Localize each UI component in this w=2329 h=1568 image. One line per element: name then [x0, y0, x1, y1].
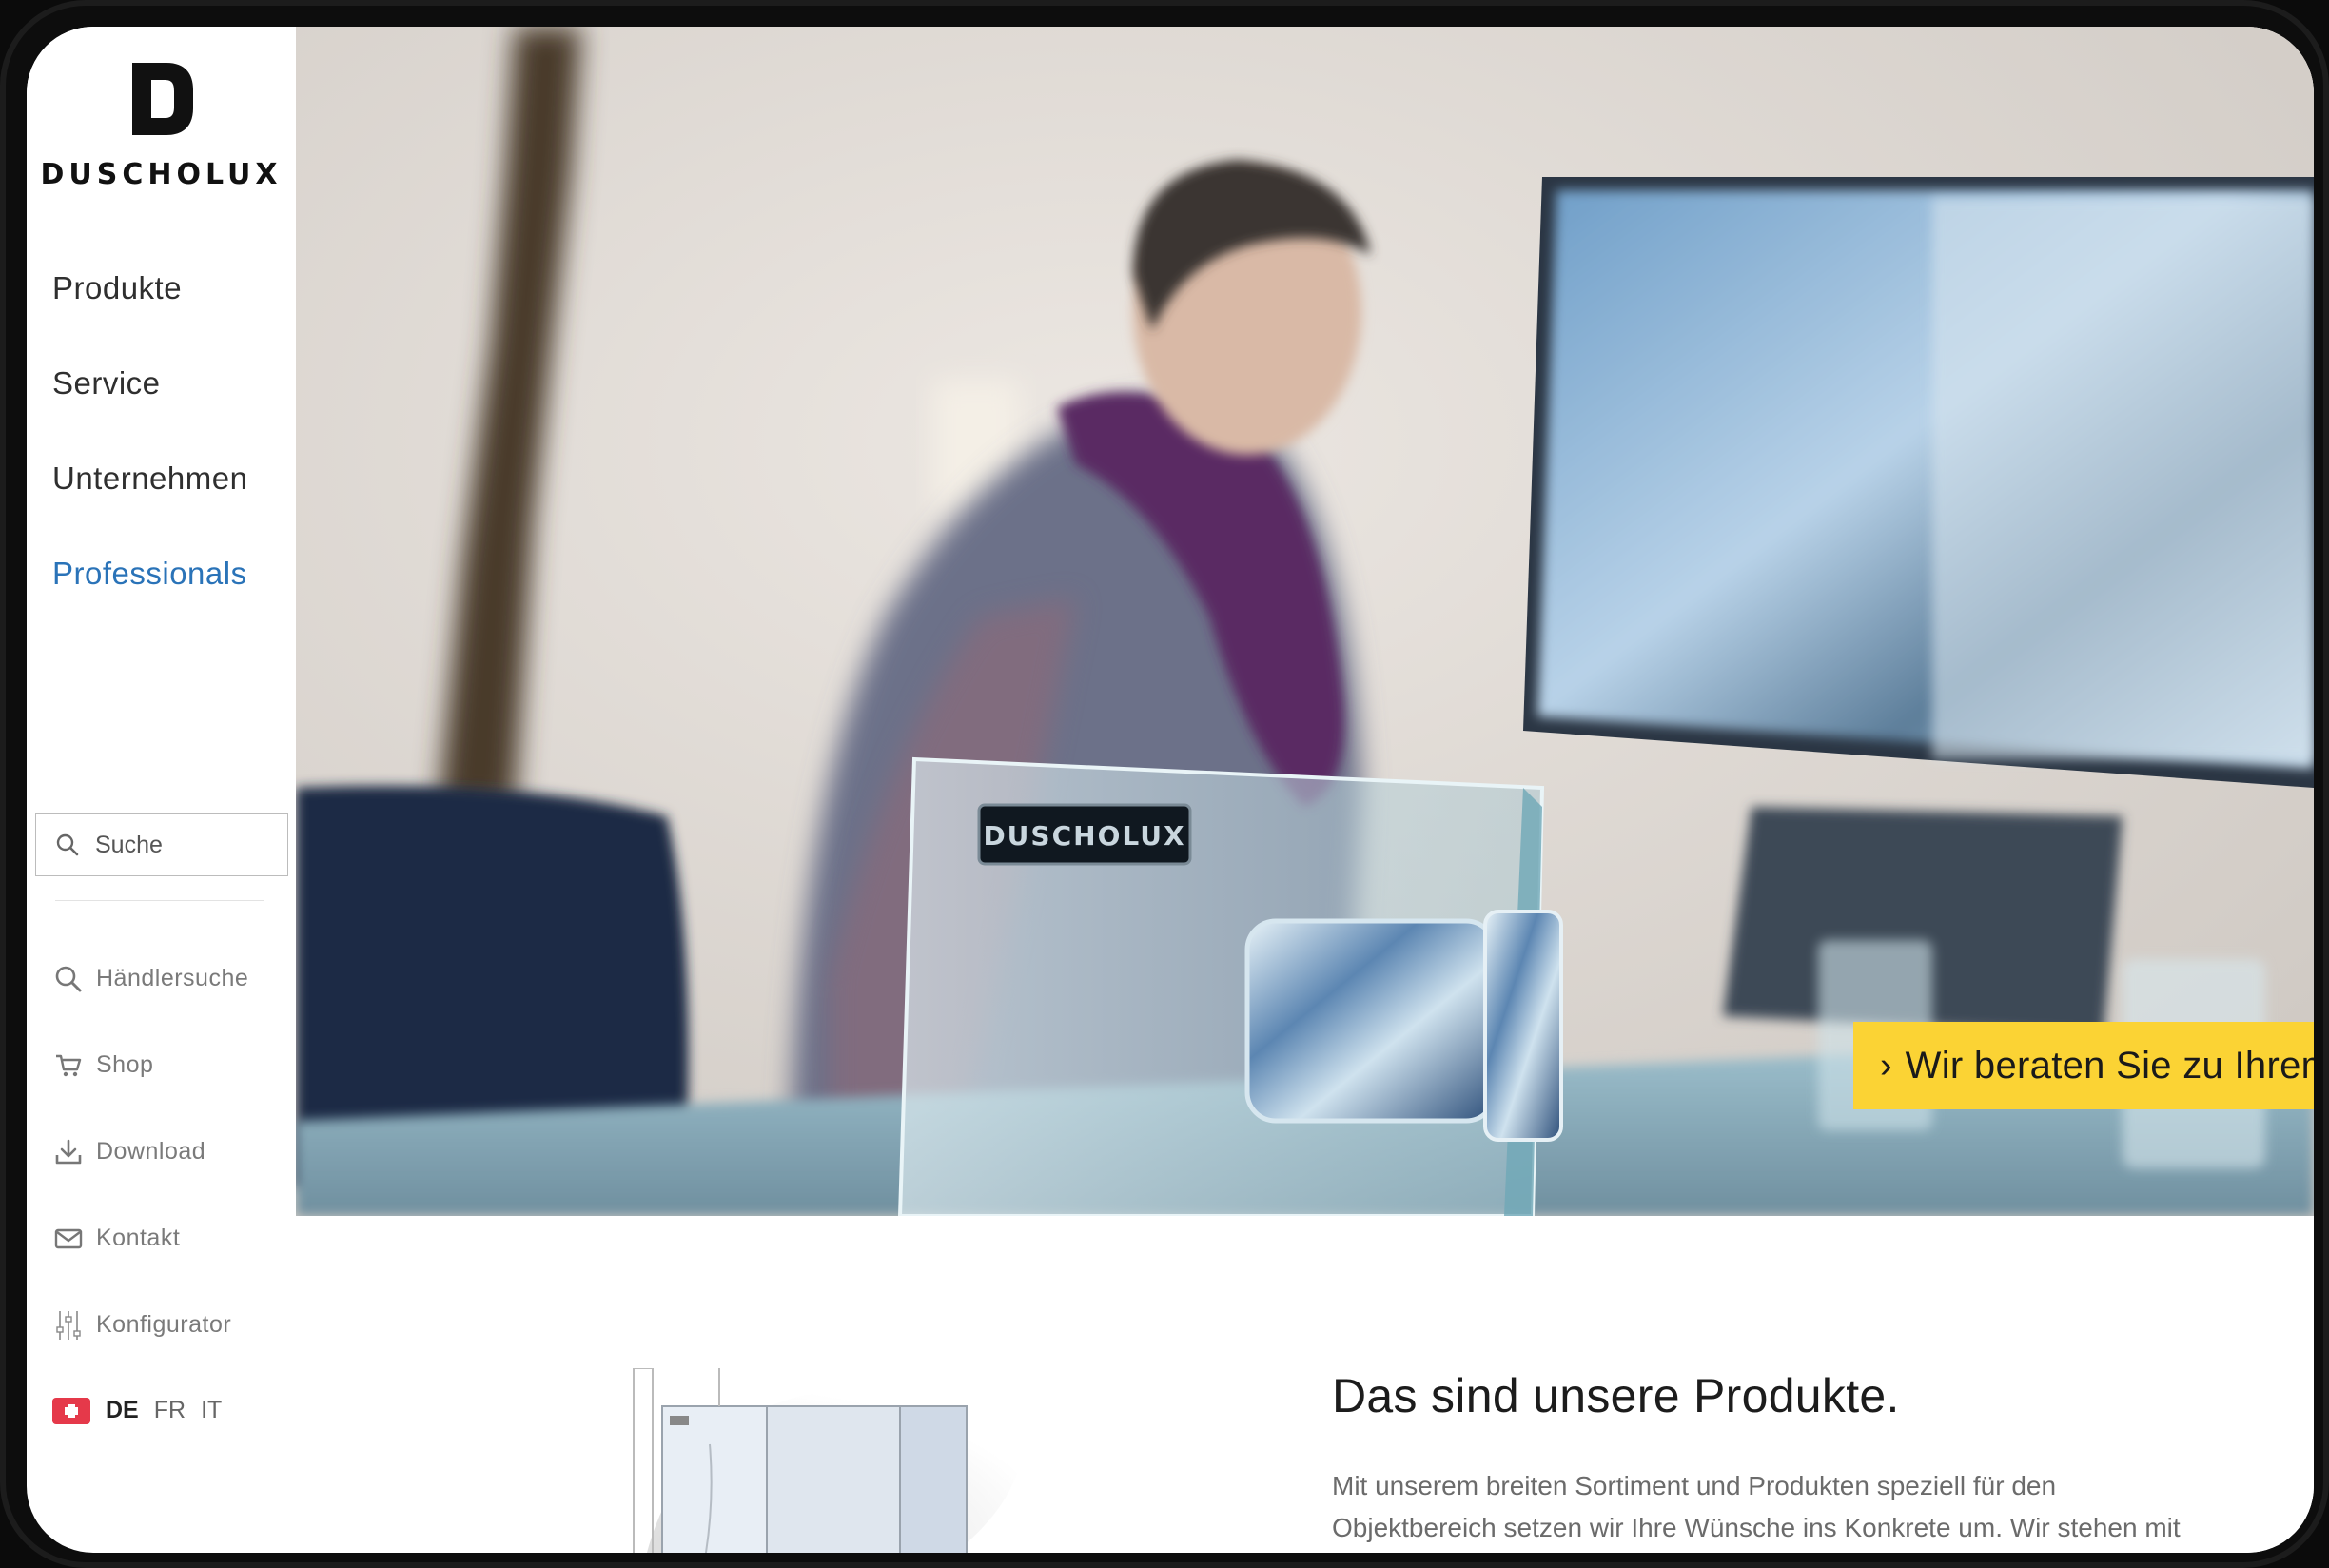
search-icon [52, 963, 85, 995]
products-heading: Das sind unsere Produkte. [1332, 1369, 1900, 1422]
device-frame: DUSCHOLUX Produkte Service Unternehmen P… [0, 0, 2329, 1568]
nav-item-produkte[interactable]: Produkte [52, 265, 247, 360]
tool-haendlersuche[interactable]: Händlersuche [52, 935, 248, 1022]
download-icon [52, 1136, 85, 1168]
swiss-flag-icon [52, 1397, 90, 1424]
sidebar-divider [55, 900, 264, 901]
product-badge-text: DUSCHOLUX [983, 820, 1185, 852]
tool-links: Händlersuche Shop Download Kontakt Konfi… [52, 935, 248, 1368]
lang-it[interactable]: IT [201, 1397, 222, 1424]
lang-fr[interactable]: FR [154, 1397, 186, 1424]
browser-screen: DUSCHOLUX Produkte Service Unternehmen P… [27, 27, 2314, 1553]
products-text: Mit unserem breiten Sortiment und Produk… [1332, 1471, 2181, 1542]
tool-label: Kontakt [96, 1225, 181, 1251]
tool-download[interactable]: Download [52, 1108, 248, 1195]
tool-label: Konfigurator [96, 1311, 232, 1338]
tool-kontakt[interactable]: Kontakt [52, 1195, 248, 1282]
products-section: Das sind unsere Produkte. Mit unserem br… [296, 1216, 2314, 1553]
lang-de[interactable]: DE [106, 1397, 139, 1424]
tool-label: Händlersuche [96, 965, 249, 991]
search-box[interactable] [35, 813, 288, 876]
search-icon [56, 833, 79, 856]
tool-label: Shop [96, 1051, 154, 1078]
nav-item-service[interactable]: Service [52, 360, 247, 455]
hero-banner: DUSCHOLUX › Wir beraten Sie zu Ihrem Pro… [296, 27, 2314, 1216]
sidebar: DUSCHOLUX Produkte Service Unternehmen P… [27, 27, 296, 1444]
sliders-icon [52, 1309, 85, 1342]
language-switcher: DE FR IT [52, 1397, 237, 1424]
brand-name: DUSCHOLUX [40, 158, 283, 191]
search-input[interactable] [93, 830, 278, 860]
tool-label: Download [96, 1138, 206, 1165]
tool-shop[interactable]: Shop [52, 1022, 248, 1108]
cta-label: Wir beraten Sie zu Ihrem Projekt [1905, 1044, 2314, 1087]
duscholux-logo-icon [131, 63, 193, 135]
chevron-right-icon: › [1880, 1045, 1892, 1086]
main-nav: Produkte Service Unternehmen Professiona… [52, 265, 247, 645]
consult-cta-button[interactable]: › Wir beraten Sie zu Ihrem Projekt [1853, 1022, 2314, 1109]
tool-konfigurator[interactable]: Konfigurator [52, 1282, 248, 1368]
cart-icon [52, 1049, 85, 1082]
nav-item-professionals[interactable]: Professionals [52, 550, 247, 645]
mail-icon [52, 1223, 85, 1255]
nav-item-unternehmen[interactable]: Unternehmen [52, 455, 247, 550]
shower-illustration [633, 1368, 1024, 1553]
brand-logo[interactable]: DUSCHOLUX [27, 59, 296, 191]
